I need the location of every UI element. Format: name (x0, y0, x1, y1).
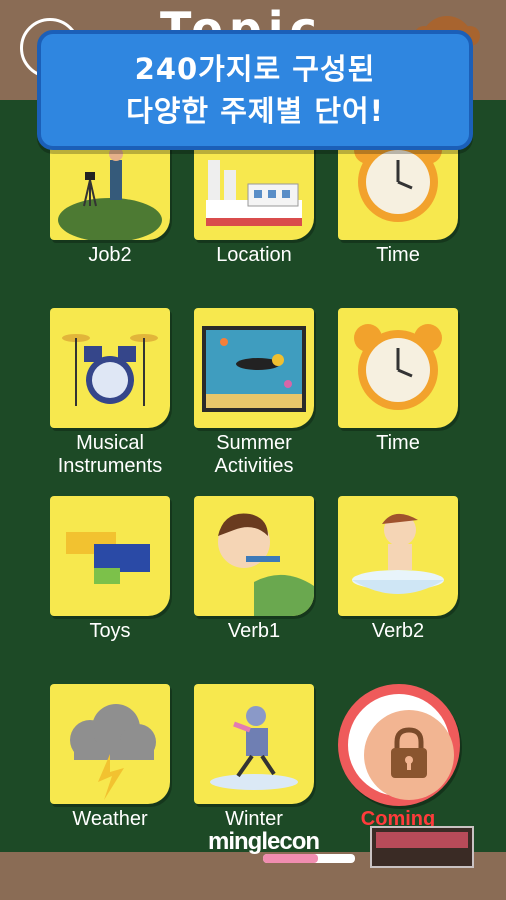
padlock-icon (391, 727, 427, 778)
topic-label: Weather (72, 808, 148, 830)
topic-tile-summer-activities[interactable] (194, 308, 314, 428)
topic-label: Verb1 (227, 620, 281, 642)
topic-label: Verb2 (371, 620, 425, 642)
topic-label: Time (376, 244, 420, 266)
topic-label: Time (376, 432, 420, 454)
eraser-icon (370, 826, 474, 868)
alarm-clock-icon (354, 324, 442, 410)
brand-logo: minglecon (208, 828, 320, 855)
topic-label: Toys (89, 620, 131, 642)
topic-tile-musical-instruments[interactable] (50, 308, 170, 428)
topic-tile-toys[interactable] (50, 496, 170, 616)
topic-label: Musical Instruments (57, 432, 163, 477)
brushing-teeth-icon (218, 513, 314, 616)
scuba-diver-icon (202, 326, 306, 412)
banner-line-1: 240가지로 구성된 (134, 52, 376, 86)
promo-banner: 240가지로 구성된 다양한 주제별 단어! (37, 30, 473, 150)
topic-tile-verb2[interactable] (338, 496, 458, 616)
progress-bar (263, 854, 355, 863)
topic-tile-winter[interactable] (194, 684, 314, 804)
topic-label: Summer Activities (214, 432, 294, 477)
drum-kit-icon (62, 334, 158, 406)
coming-soon-button[interactable] (338, 684, 460, 806)
banner-line-2: 다양한 주제별 단어! (126, 94, 384, 128)
topic-tile-time-2[interactable] (338, 308, 458, 428)
topic-label: Job2 (88, 244, 132, 266)
ice-skater-icon (210, 706, 298, 790)
washing-face-icon (352, 513, 444, 594)
topic-tile-verb1[interactable] (194, 496, 314, 616)
toy-bricks-icon (66, 532, 150, 584)
topic-label: Location (216, 244, 292, 266)
storm-cloud-icon (70, 704, 156, 800)
topic-tile-weather[interactable] (50, 684, 170, 804)
progress-fill (263, 854, 319, 863)
